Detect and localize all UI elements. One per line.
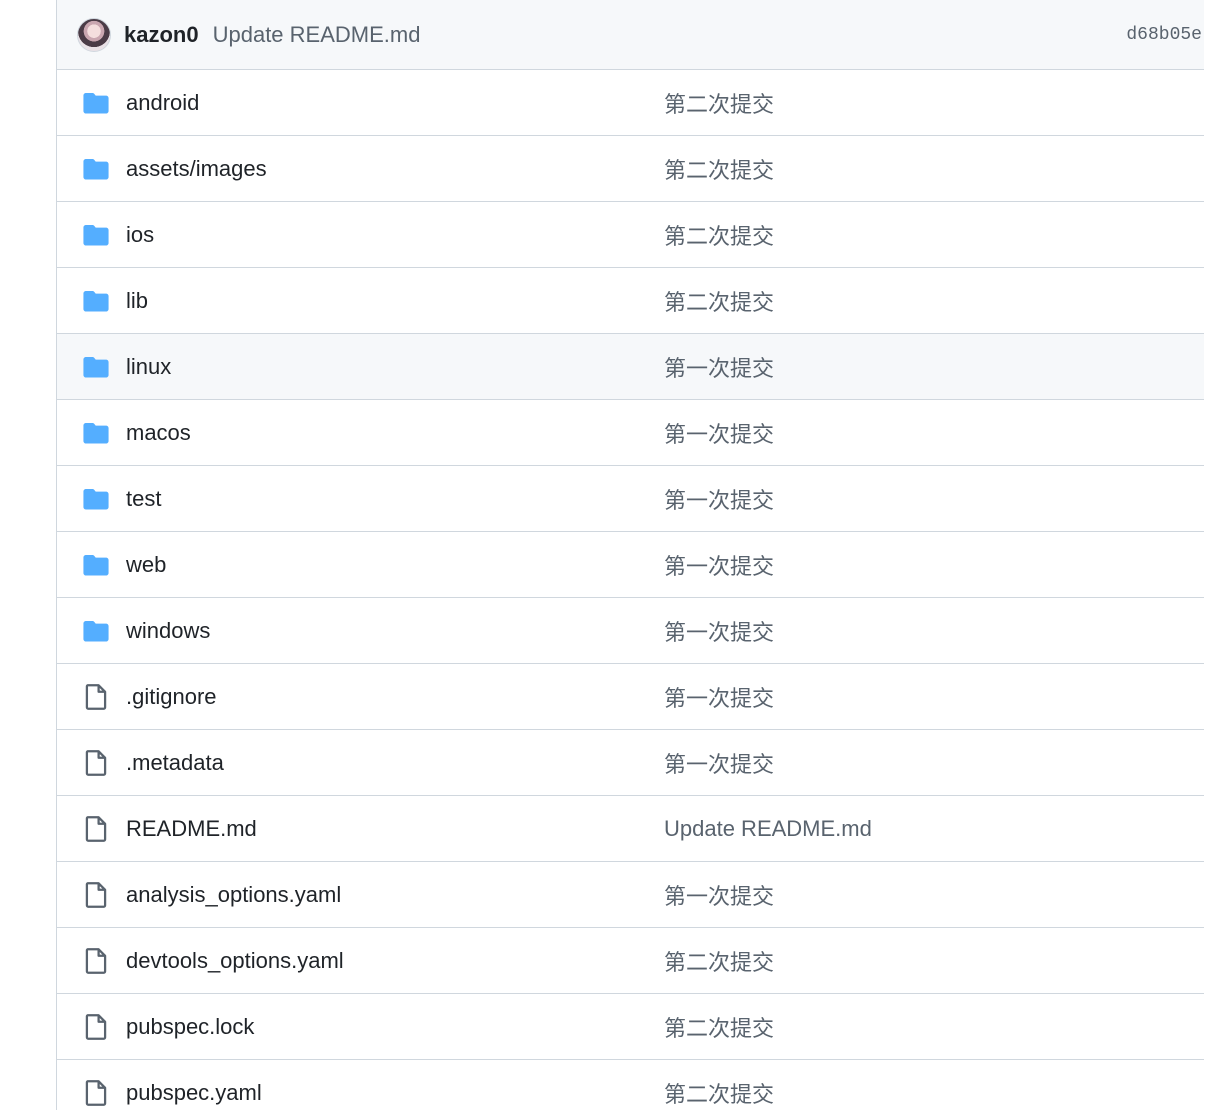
file-icon bbox=[83, 1013, 109, 1040]
commit-message-link[interactable]: 第一次提交 bbox=[664, 549, 774, 581]
file-row[interactable]: lib 第二次提交 bbox=[57, 268, 1204, 334]
file-row[interactable]: pubspec.yaml 第二次提交 bbox=[57, 1060, 1204, 1110]
commit-author[interactable]: kazon0 bbox=[124, 22, 199, 48]
commit-message-link[interactable]: 第一次提交 bbox=[664, 681, 774, 713]
commit-message-link[interactable]: 第二次提交 bbox=[664, 1011, 774, 1043]
file-row[interactable]: windows 第一次提交 bbox=[57, 598, 1204, 664]
commit-message-link[interactable]: 第一次提交 bbox=[664, 483, 774, 515]
commit-message-link[interactable]: 第一次提交 bbox=[664, 879, 774, 911]
commit-message-link[interactable]: 第二次提交 bbox=[664, 945, 774, 977]
commit-message-link[interactable]: 第二次提交 bbox=[664, 285, 774, 317]
file-name-link[interactable]: analysis_options.yaml bbox=[126, 882, 341, 908]
file-name-link[interactable]: ios bbox=[126, 222, 154, 248]
file-icon bbox=[83, 683, 109, 710]
file-row[interactable]: ios 第二次提交 bbox=[57, 202, 1204, 268]
file-row[interactable]: .metadata 第一次提交 bbox=[57, 730, 1204, 796]
file-row[interactable]: devtools_options.yaml 第二次提交 bbox=[57, 928, 1204, 994]
file-name-link[interactable]: pubspec.lock bbox=[126, 1014, 254, 1040]
folder-icon bbox=[83, 156, 109, 182]
file-name-link[interactable]: assets/images bbox=[126, 156, 267, 182]
file-name-link[interactable]: lib bbox=[126, 288, 148, 314]
file-icon bbox=[83, 815, 109, 842]
commit-message-link[interactable]: 第一次提交 bbox=[664, 351, 774, 383]
file-row[interactable]: web 第一次提交 bbox=[57, 532, 1204, 598]
file-row[interactable]: analysis_options.yaml 第一次提交 bbox=[57, 862, 1204, 928]
commit-message-link[interactable]: 第二次提交 bbox=[664, 1077, 774, 1109]
file-rows: android 第二次提交 assets/images 第二次提交 ios 第二… bbox=[57, 70, 1204, 1110]
file-row[interactable]: assets/images 第二次提交 bbox=[57, 136, 1204, 202]
file-icon bbox=[83, 1079, 109, 1106]
user-avatar[interactable] bbox=[77, 17, 111, 52]
commit-message-link[interactable]: 第二次提交 bbox=[664, 153, 774, 185]
file-row[interactable]: macos 第一次提交 bbox=[57, 400, 1204, 466]
commit-message-link[interactable]: 第一次提交 bbox=[664, 615, 774, 647]
commit-message-link[interactable]: Update README.md bbox=[664, 816, 872, 842]
file-name-link[interactable]: windows bbox=[126, 618, 210, 644]
folder-icon bbox=[83, 486, 109, 512]
file-row[interactable]: README.md Update README.md bbox=[57, 796, 1204, 862]
folder-icon bbox=[83, 552, 109, 578]
file-name-link[interactable]: .metadata bbox=[126, 750, 224, 776]
file-row[interactable]: test 第一次提交 bbox=[57, 466, 1204, 532]
commit-message-link[interactable]: 第一次提交 bbox=[664, 417, 774, 449]
folder-icon bbox=[83, 420, 109, 446]
commit-message-link[interactable]: 第二次提交 bbox=[664, 87, 774, 119]
commit-message[interactable]: Update README.md bbox=[213, 22, 421, 48]
file-name-link[interactable]: android bbox=[126, 90, 199, 116]
file-row[interactable]: .gitignore 第一次提交 bbox=[57, 664, 1204, 730]
folder-icon bbox=[83, 618, 109, 644]
file-icon bbox=[83, 749, 109, 776]
file-icon bbox=[83, 881, 109, 908]
commit-message-link[interactable]: 第一次提交 bbox=[664, 747, 774, 779]
folder-icon bbox=[83, 288, 109, 314]
file-name-link[interactable]: macos bbox=[126, 420, 191, 446]
file-row[interactable]: pubspec.lock 第二次提交 bbox=[57, 994, 1204, 1060]
file-name-link[interactable]: pubspec.yaml bbox=[126, 1080, 262, 1106]
file-name-link[interactable]: test bbox=[126, 486, 161, 512]
file-name-link[interactable]: web bbox=[126, 552, 166, 578]
folder-icon bbox=[83, 90, 109, 116]
file-name-link[interactable]: linux bbox=[126, 354, 171, 380]
commit-sha[interactable]: d68b05e bbox=[1126, 25, 1202, 45]
folder-icon bbox=[83, 354, 109, 380]
commit-message-link[interactable]: 第二次提交 bbox=[664, 219, 774, 251]
file-name-link[interactable]: devtools_options.yaml bbox=[126, 948, 344, 974]
file-list-panel: kazon0 Update README.md d68b05e android … bbox=[56, 0, 1204, 1110]
latest-commit-bar: kazon0 Update README.md d68b05e bbox=[57, 0, 1204, 70]
file-row[interactable]: android 第二次提交 bbox=[57, 70, 1204, 136]
file-name-link[interactable]: .gitignore bbox=[126, 684, 217, 710]
file-icon bbox=[83, 947, 109, 974]
file-name-link[interactable]: README.md bbox=[126, 816, 257, 842]
file-row[interactable]: linux 第一次提交 bbox=[57, 334, 1204, 400]
folder-icon bbox=[83, 222, 109, 248]
